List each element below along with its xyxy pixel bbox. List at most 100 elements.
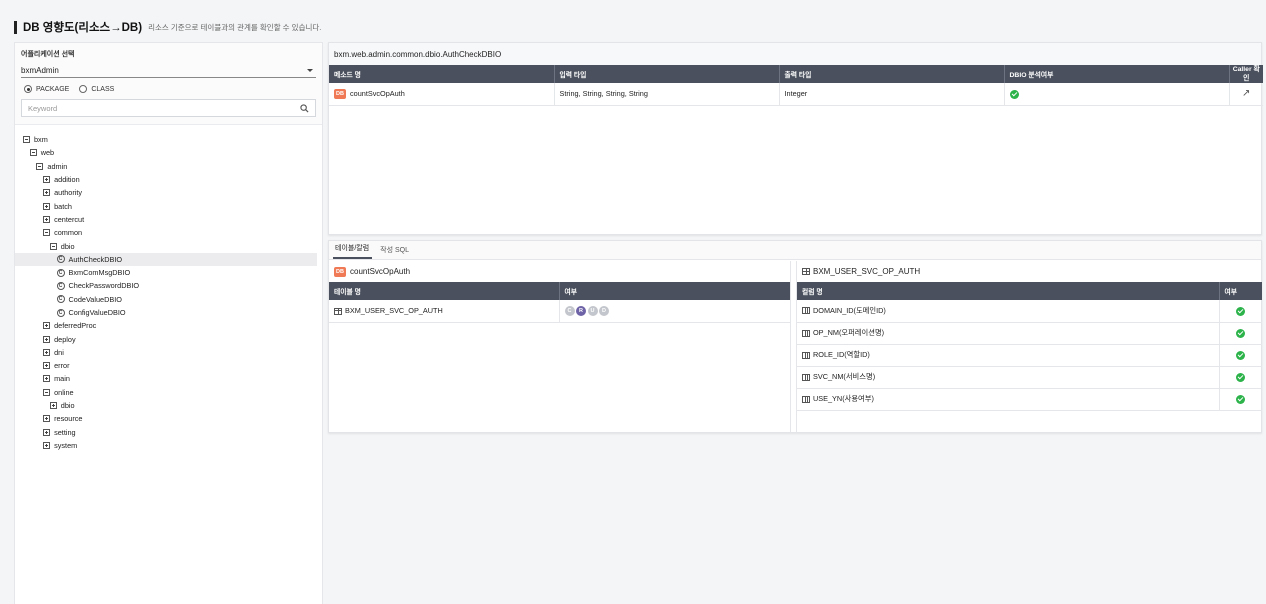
column-usage-cell <box>1219 322 1262 345</box>
table-row[interactable]: OP_NM(오퍼레이션명) <box>797 322 1262 345</box>
tree-node-label: AuthCheckDBIO <box>68 254 123 264</box>
app-select[interactable]: bxmAdmin <box>21 63 316 78</box>
collapse-icon[interactable] <box>23 136 30 144</box>
expand-icon[interactable] <box>43 441 51 449</box>
keyword-search <box>21 99 316 117</box>
tree-node-configvaluedbio[interactable]: C ConfigValueDBIO <box>15 306 322 319</box>
table-list: 테이블 명 여부 BXM_USER_SVC_OP_AUTH C R U D <box>329 282 790 323</box>
expand-icon[interactable] <box>43 375 51 383</box>
col-output-type: 출력 타입 <box>779 65 1005 83</box>
collapse-icon[interactable] <box>29 149 37 157</box>
tree-node-label: dbio <box>60 241 75 251</box>
tree-node-authority[interactable]: authority <box>15 186 322 199</box>
tree-node-addition[interactable]: addition <box>15 173 322 186</box>
table-row[interactable]: ROLE_ID(역할ID) <box>797 344 1262 367</box>
input-type-cell: String, String, String, String <box>554 83 780 106</box>
table-row[interactable]: SVC_NM(서비스명) <box>797 366 1262 389</box>
tree-node-batch[interactable]: batch <box>15 199 322 212</box>
filter-area: 어플리케이션 선택 bxmAdmin PACKAGE CLASS <box>15 43 322 125</box>
tree-node-label: centercut <box>54 214 85 224</box>
radio-package-label: PACKAGE <box>36 85 70 93</box>
tab-written-sql[interactable]: 작성 SQL <box>378 245 412 259</box>
tree-node-web[interactable]: web <box>15 146 322 159</box>
tree-node-label: addition <box>54 175 80 185</box>
column-usage-cell <box>1219 300 1262 323</box>
column-icon <box>802 373 810 381</box>
method-title: countSvcOpAuth <box>350 267 411 276</box>
expand-icon[interactable] <box>43 189 51 197</box>
tree-node-bxmcommsgdbio[interactable]: C BxmComMsgDBIO <box>15 266 322 279</box>
table-subpanel-title: DB countSvcOpAuth <box>329 261 790 282</box>
tree-node-resource[interactable]: resource <box>15 412 322 425</box>
tree-node-authcheckdbio[interactable]: C AuthCheckDBIO <box>15 252 317 266</box>
tree-node-dni[interactable]: dni <box>15 346 322 359</box>
expand-icon[interactable] <box>43 176 51 184</box>
tab-table-column[interactable]: 테이블/칼럼 <box>333 243 373 259</box>
collapse-icon[interactable] <box>49 242 57 250</box>
title-accent-bar <box>14 20 17 34</box>
tree-node-setting[interactable]: setting <box>15 426 322 439</box>
column-icon <box>802 351 810 359</box>
tree-node-system[interactable]: system <box>15 439 322 452</box>
expand-icon[interactable] <box>43 428 51 436</box>
tree-node-main[interactable]: main <box>15 372 322 385</box>
tree-node-label: admin <box>47 161 68 171</box>
table-row[interactable]: BXM_USER_SVC_OP_AUTH C R U D <box>329 300 790 323</box>
expand-icon[interactable] <box>43 362 51 370</box>
crud-delete-badge: D <box>599 306 609 317</box>
tree-node-label: BxmComMsgDBIO <box>68 268 131 278</box>
expand-icon[interactable] <box>43 215 51 223</box>
tree-node-dbio[interactable]: dbio <box>15 399 322 412</box>
tree-node-common[interactable]: common <box>15 226 322 239</box>
tree-node-admin[interactable]: admin <box>15 160 322 173</box>
expand-icon[interactable] <box>43 415 51 423</box>
tree-node-bxm[interactable]: bxm <box>15 133 322 146</box>
collapse-icon[interactable] <box>43 229 51 237</box>
column-name-cell: ROLE_ID(역할ID) <box>797 344 1220 367</box>
expand-icon[interactable] <box>43 348 51 356</box>
tree-node-checkpassworddbio[interactable]: C CheckPasswordDBIO <box>15 279 322 292</box>
collapse-icon[interactable] <box>36 162 44 170</box>
app-select-label: 어플리케이션 선택 <box>21 51 75 58</box>
col-usage: 여부 <box>559 282 790 300</box>
column-name: DOMAIN_ID(도메인ID) <box>813 305 886 315</box>
tree-node-centercut[interactable]: centercut <box>15 213 322 226</box>
radio-class-dot[interactable] <box>79 85 88 93</box>
tree-node-label: online <box>54 387 74 397</box>
tree-node-label: dni <box>54 347 64 357</box>
collapse-icon[interactable] <box>43 388 51 396</box>
column-list-header: 컬럼 명 여부 <box>797 282 1262 300</box>
table-subpanel: DB countSvcOpAuth 테이블 명 여부 BXM_USER_SVC_… <box>329 261 791 433</box>
column-list: 컬럼 명 여부 DOMAIN_ID(도메인ID) OP_NM(오퍼레이션명) ROL… <box>797 282 1262 411</box>
open-external-icon[interactable]: ↗ <box>1242 88 1250 99</box>
selected-table-title: BXM_USER_SVC_OP_AUTH <box>813 267 921 276</box>
class-icon: C <box>56 295 65 304</box>
keyword-search-input[interactable] <box>28 103 288 113</box>
radio-package-dot[interactable] <box>24 85 32 93</box>
package-tree: bxm web admin addition authority batch centerc… <box>15 125 322 452</box>
crud-cell: C R U D <box>559 300 790 323</box>
expand-icon[interactable] <box>49 402 57 410</box>
table-row[interactable]: DOMAIN_ID(도메인ID) <box>797 300 1262 323</box>
method-name-cell: DB countSvcOpAuth <box>329 83 555 106</box>
tree-node-dbio[interactable]: dbio <box>15 239 322 252</box>
tree-node-deferredproc[interactable]: deferredProc <box>15 319 322 332</box>
tree-node-codevaluedbio[interactable]: C CodeValueDBIO <box>15 293 322 306</box>
column-icon <box>802 329 810 337</box>
tree-node-error[interactable]: error <box>15 359 322 372</box>
method-panel: bxm.web.admin.common.dbio.AuthCheckDBIO … <box>328 42 1263 235</box>
search-icon[interactable] <box>300 103 309 113</box>
radio-package[interactable]: PACKAGE <box>24 85 69 93</box>
expand-icon[interactable] <box>43 322 51 330</box>
tree-node-deploy[interactable]: deploy <box>15 332 322 345</box>
tree-node-label: common <box>54 228 83 238</box>
method-table: 메소드 명 입력 타입 출력 타입 DBIO 분석여부 Caller 확인 DB… <box>329 65 1263 106</box>
table-row[interactable]: USE_YN(사용여부) <box>797 388 1262 411</box>
table-row[interactable]: DB countSvcOpAuth String, String, String,… <box>329 83 1263 106</box>
tree-node-online[interactable]: online <box>15 386 322 399</box>
expand-icon[interactable] <box>43 335 51 343</box>
check-icon <box>1236 394 1246 404</box>
expand-icon[interactable] <box>43 202 51 210</box>
left-panel: 어플리케이션 선택 bxmAdmin PACKAGE CLASS bxm web a… <box>14 42 323 604</box>
radio-class[interactable]: CLASS <box>79 85 114 93</box>
